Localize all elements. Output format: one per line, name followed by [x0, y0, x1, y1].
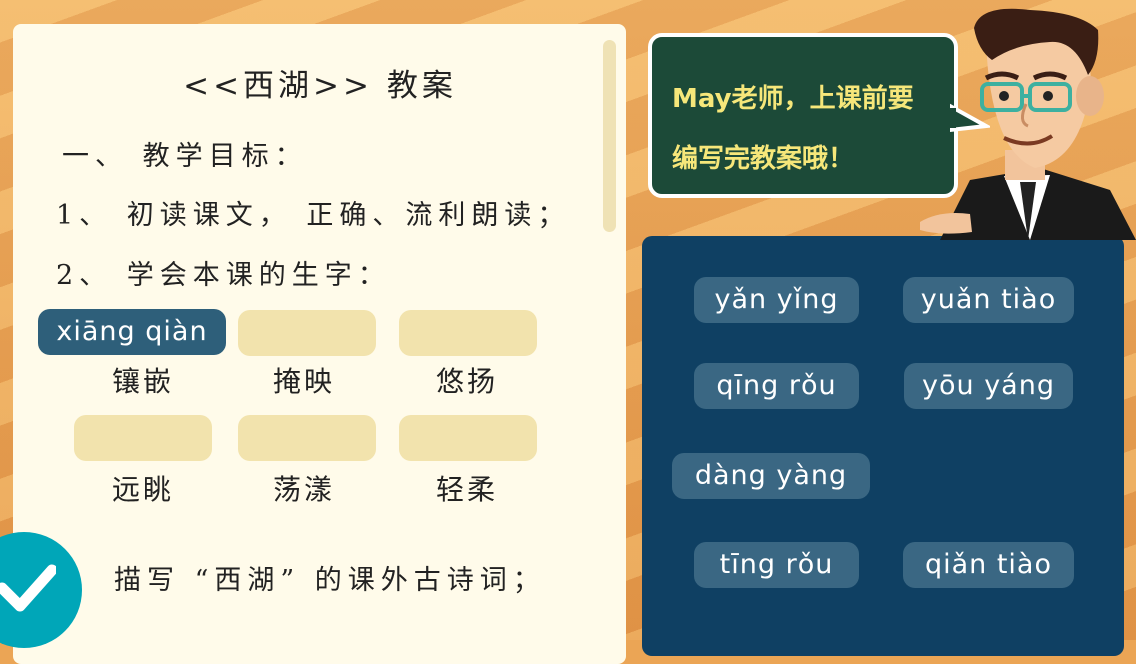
answer-slot-6[interactable]: [399, 415, 537, 461]
answer-slot-3[interactable]: [399, 310, 537, 356]
word-5: 荡漾: [272, 473, 335, 506]
option-pill[interactable]: dàng yàng: [672, 453, 870, 499]
word-3: 悠扬: [435, 365, 498, 398]
speech-line-2: 编写完教案哦！: [672, 144, 855, 174]
option-pill[interactable]: yǎn yǐng: [694, 277, 859, 323]
objective-1: 1、 初读课文， 正确、流利朗读；: [56, 200, 571, 231]
option-pill[interactable]: yuǎn tiào: [903, 277, 1074, 323]
word-1: 镶嵌: [111, 365, 174, 398]
option-pill[interactable]: yōu yáng: [904, 363, 1073, 409]
answer-slot-1[interactable]: xiāng qiàn: [38, 309, 226, 355]
answer-slot-4[interactable]: [74, 415, 212, 461]
objective-3: 描写 “西湖” 的课外古诗词；: [114, 565, 546, 596]
speech-bubble-tail: [950, 103, 990, 133]
word-2: 掩映: [272, 365, 335, 398]
speech-text: May老师，上课前要 编写完教案哦！: [672, 69, 952, 189]
speech-bubble: May老师，上课前要 编写完教案哦！: [648, 33, 958, 198]
objective-2: 2、 学会本课的生字：: [56, 260, 391, 291]
word-4: 远眺: [111, 473, 174, 506]
speech-line-1: May老师，上课前要: [672, 84, 914, 114]
section-heading: 一、 教学目标：: [62, 141, 308, 172]
answer-slot-5[interactable]: [238, 415, 376, 461]
check-icon: [0, 564, 56, 612]
answer-slot-2[interactable]: [238, 310, 376, 356]
option-pill[interactable]: qīng rǒu: [694, 363, 859, 409]
doc-title: <<西湖>> 教案: [183, 68, 457, 104]
option-pill[interactable]: qiǎn tiào: [903, 542, 1074, 588]
scrollbar[interactable]: [603, 40, 616, 232]
word-6: 轻柔: [435, 473, 498, 506]
option-pill[interactable]: tīng rǒu: [694, 542, 859, 588]
